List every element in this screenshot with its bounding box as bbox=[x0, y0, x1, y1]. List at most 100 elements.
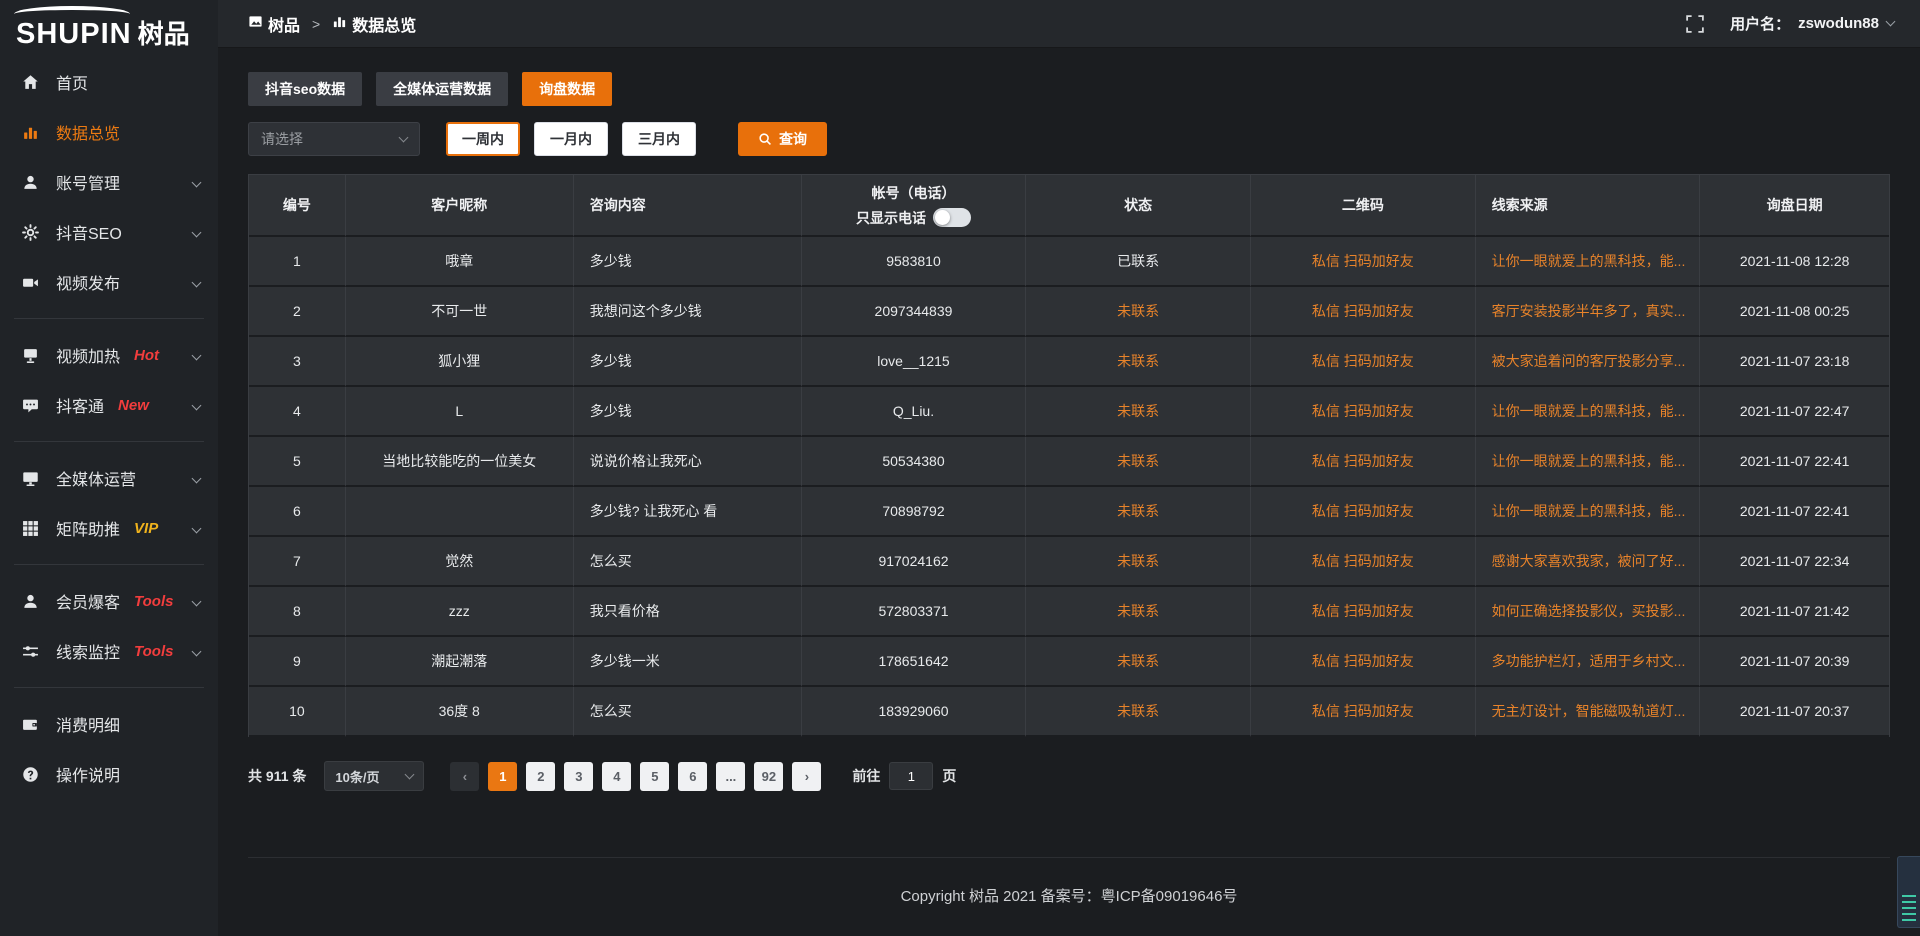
sidebar-item-label: 会员爆客 bbox=[56, 589, 120, 613]
sidebar-item-member-baoke[interactable]: 会员爆客Tools bbox=[0, 576, 218, 626]
user-menu[interactable]: 用户名：zswodun88 bbox=[1730, 13, 1894, 34]
cell-account: 2097344839 bbox=[802, 287, 1027, 337]
page-button-4[interactable]: 4 bbox=[602, 762, 631, 791]
sidebar-item-data-overview[interactable]: 数据总览 bbox=[0, 107, 218, 157]
sliders-icon bbox=[22, 643, 44, 660]
goto-label: 前往 bbox=[852, 766, 880, 786]
sidebar-item-account-management[interactable]: 账号管理 bbox=[0, 157, 218, 207]
main-area: 树品 > 数据总览 用户名：zswodun88 抖音seo数据全媒体运营数 bbox=[218, 0, 1920, 936]
logo-text-cn: 树品 bbox=[138, 19, 190, 49]
sidebar-item-label: 抖音SEO bbox=[56, 220, 122, 244]
cell-no: 7 bbox=[249, 537, 346, 587]
cell-date: 2021-11-07 22:41 bbox=[1700, 437, 1889, 487]
sidebar-item-media-operation[interactable]: 全媒体运营 bbox=[0, 453, 218, 503]
sidebar-item-home[interactable]: 首页 bbox=[0, 57, 218, 107]
next-page-button[interactable]: › bbox=[792, 762, 821, 791]
tab-inquiry-data[interactable]: 询盘数据 bbox=[522, 72, 612, 106]
logo-arc bbox=[14, 6, 130, 22]
sidebar-item-badge: Hot bbox=[134, 347, 159, 364]
col-header-date: 询盘日期 bbox=[1700, 175, 1889, 237]
cell-qrcode[interactable]: 私信 扫码加好友 bbox=[1251, 687, 1476, 737]
search-button[interactable]: 查询 bbox=[738, 122, 827, 156]
table-body: 1哦章多少钱9583810已联系私信 扫码加好友让你一眼就爱上的黑科技，能...… bbox=[249, 237, 1889, 737]
cell-account: 178651642 bbox=[802, 637, 1027, 687]
cell-no: 9 bbox=[249, 637, 346, 687]
cell-qrcode[interactable]: 私信 扫码加好友 bbox=[1251, 287, 1476, 337]
prev-page-button[interactable]: ‹ bbox=[450, 762, 479, 791]
search-icon bbox=[758, 132, 772, 146]
cell-source[interactable]: 感谢大家喜欢我家，被问了好... bbox=[1476, 537, 1701, 587]
cell-qrcode[interactable]: 私信 扫码加好友 bbox=[1251, 237, 1476, 287]
tab-douyin-seo-data[interactable]: 抖音seo数据 bbox=[248, 72, 362, 106]
cell-qrcode[interactable]: 私信 扫码加好友 bbox=[1251, 487, 1476, 537]
cell-source[interactable]: 被大家追着问的客厅投影分享... bbox=[1476, 337, 1701, 387]
page-button-5[interactable]: 5 bbox=[640, 762, 669, 791]
period-button-1[interactable]: 一周内 bbox=[446, 122, 520, 156]
cell-qrcode[interactable]: 私信 扫码加好友 bbox=[1251, 437, 1476, 487]
cell-source[interactable]: 让你一眼就爱上的黑科技，能... bbox=[1476, 387, 1701, 437]
tab-media-operation-data[interactable]: 全媒体运营数据 bbox=[376, 72, 508, 106]
table-row: 3狐小狸多少钱love__1215未联系私信 扫码加好友被大家追着问的客厅投影分… bbox=[249, 337, 1889, 387]
cell-source[interactable]: 客厅安装投影半年多了，真实... bbox=[1476, 287, 1701, 337]
fullscreen-icon[interactable] bbox=[1686, 15, 1704, 33]
sidebar-item-douketong[interactable]: 抖客通New bbox=[0, 380, 218, 430]
cell-content: 多少钱 bbox=[574, 337, 802, 387]
cell-source[interactable]: 让你一眼就爱上的黑科技，能... bbox=[1476, 437, 1701, 487]
sidebar-item-consumption-detail[interactable]: 消费明细 bbox=[0, 699, 218, 749]
more-pages-button[interactable]: ... bbox=[716, 762, 745, 791]
cell-no: 8 bbox=[249, 587, 346, 637]
phone-only-toggle[interactable] bbox=[933, 208, 971, 227]
cell-qrcode[interactable]: 私信 扫码加好友 bbox=[1251, 587, 1476, 637]
sidebar-item-badge: VIP bbox=[134, 520, 158, 537]
topbar-right: 用户名：zswodun88 bbox=[1686, 13, 1894, 34]
help-icon bbox=[22, 766, 44, 783]
sidebar-item-operation-guide[interactable]: 操作说明 bbox=[0, 749, 218, 799]
cell-no: 1 bbox=[249, 237, 346, 287]
cell-date: 2021-11-07 20:39 bbox=[1700, 637, 1889, 687]
page-button-92[interactable]: 92 bbox=[754, 762, 783, 791]
period-button-2[interactable]: 一月内 bbox=[534, 122, 608, 156]
page-button-3[interactable]: 3 bbox=[564, 762, 593, 791]
breadcrumb-label: 树品 bbox=[268, 12, 300, 36]
sidebar-item-lead-monitor[interactable]: 线索监控Tools bbox=[0, 626, 218, 676]
table-row: 2不可一世我想问这个多少钱2097344839未联系私信 扫码加好友客厅安装投影… bbox=[249, 287, 1889, 337]
sidebar-item-matrix-boost[interactable]: 矩阵助推VIP bbox=[0, 503, 218, 553]
sidebar-item-video-heat[interactable]: 视频加热Hot bbox=[0, 330, 218, 380]
cell-date: 2021-11-07 20:37 bbox=[1700, 687, 1889, 737]
topbar: 树品 > 数据总览 用户名：zswodun88 bbox=[218, 0, 1920, 48]
cell-qrcode[interactable]: 私信 扫码加好友 bbox=[1251, 387, 1476, 437]
sidebar-divider bbox=[14, 687, 204, 688]
chevron-down-icon bbox=[193, 346, 200, 364]
sidebar-item-video-publish[interactable]: 视频发布 bbox=[0, 257, 218, 307]
sidebar-item-douyin-seo[interactable]: 抖音SEO bbox=[0, 207, 218, 257]
page-size-value: 10条/页 bbox=[335, 767, 379, 786]
breadcrumb-item-home[interactable]: 树品 bbox=[248, 12, 300, 36]
table-row: 4L多少钱Q_Liu.未联系私信 扫码加好友让你一眼就爱上的黑科技，能...20… bbox=[249, 387, 1889, 437]
table-row: 5当地比较能吃的一位美女说说价格让我死心50534380未联系私信 扫码加好友让… bbox=[249, 437, 1889, 487]
cell-qrcode[interactable]: 私信 扫码加好友 bbox=[1251, 337, 1476, 387]
page-button-1[interactable]: 1 bbox=[488, 762, 517, 791]
cell-qrcode[interactable]: 私信 扫码加好友 bbox=[1251, 637, 1476, 687]
cell-source[interactable]: 无主灯设计，智能磁吸轨道灯... bbox=[1476, 687, 1701, 737]
cell-source[interactable]: 多功能护栏灯，适用于乡村文... bbox=[1476, 637, 1701, 687]
page-button-2[interactable]: 2 bbox=[526, 762, 555, 791]
goto-page-input[interactable] bbox=[889, 762, 933, 790]
cell-nickname: 狐小狸 bbox=[346, 337, 574, 387]
username-label: 用户名： bbox=[1730, 13, 1790, 34]
sidebar-item-label: 消费明细 bbox=[56, 712, 120, 736]
search-button-label: 查询 bbox=[779, 129, 807, 149]
period-button-3[interactable]: 三月内 bbox=[622, 122, 696, 156]
table-row: 7觉然怎么买917024162未联系私信 扫码加好友感谢大家喜欢我家，被问了好.… bbox=[249, 537, 1889, 587]
cell-nickname: 36度 8 bbox=[346, 687, 574, 737]
cell-source[interactable]: 让你一眼就爱上的黑科技，能... bbox=[1476, 237, 1701, 287]
logo[interactable]: SHUPIN树品 bbox=[0, 0, 218, 57]
cell-nickname: 潮起潮落 bbox=[346, 637, 574, 687]
floating-widget[interactable] bbox=[1897, 856, 1920, 928]
cell-qrcode[interactable]: 私信 扫码加好友 bbox=[1251, 537, 1476, 587]
account-select[interactable]: 请选择 bbox=[248, 122, 420, 156]
page-size-select[interactable]: 10条/页 bbox=[324, 761, 424, 791]
cell-source[interactable]: 如何正确选择投影仪，买投影... bbox=[1476, 587, 1701, 637]
breadcrumb-item-current[interactable]: 数据总览 bbox=[332, 12, 416, 36]
cell-source[interactable]: 让你一眼就爱上的黑科技，能... bbox=[1476, 487, 1701, 537]
page-button-6[interactable]: 6 bbox=[678, 762, 707, 791]
